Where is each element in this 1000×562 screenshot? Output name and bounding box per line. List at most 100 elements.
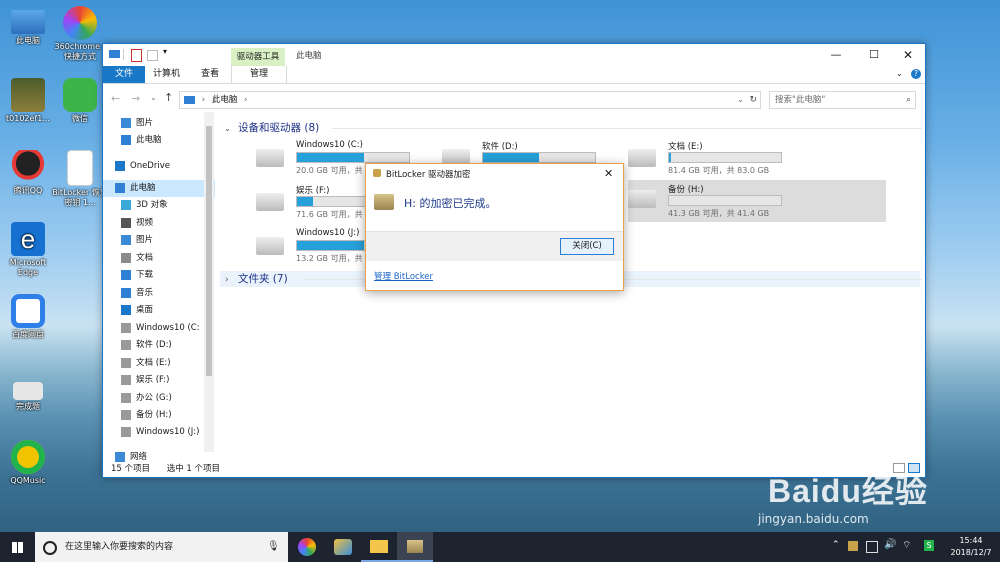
desktop-icon-360chrome[interactable]: 360chrome - 快捷方式: [52, 6, 108, 62]
nav-item[interactable]: 娱乐 (F:): [103, 372, 216, 389]
taskbar-search-placeholder: 在这里输入你要搜索的内容: [65, 542, 174, 552]
taskbar-paint[interactable]: [325, 532, 361, 562]
chevron-right-icon: ›: [225, 275, 229, 285]
address-dropdown-icon[interactable]: ⌄: [737, 92, 744, 108]
documents-icon: [121, 252, 131, 263]
desktop-icon-finish[interactable]: 完成题: [0, 374, 56, 412]
minimize-button[interactable]: —: [821, 44, 851, 66]
tab-manage[interactable]: 管理: [231, 66, 287, 83]
music-icon: [121, 287, 131, 298]
system-clock[interactable]: 15:44 2018/12/7: [944, 535, 998, 559]
breadcrumb-this-pc[interactable]: 此电脑: [212, 95, 238, 105]
drive-h-selected[interactable]: 备份 (H:) 41.3 GB 可用，共 41.4 GB: [628, 180, 886, 222]
wifi-icon[interactable]: ⌔: [902, 539, 911, 552]
nav-item[interactable]: 桌面: [103, 302, 216, 319]
tab-view[interactable]: 查看: [193, 66, 227, 83]
network-tray-icon[interactable]: [866, 541, 878, 553]
maximize-button[interactable]: ☐: [859, 44, 889, 66]
nav-item[interactable]: 此电脑: [103, 180, 215, 197]
desktop-icon-qqmusic[interactable]: QQMusic: [0, 440, 56, 486]
nav-item[interactable]: 图片: [103, 232, 216, 249]
taskbar-file-explorer[interactable]: [361, 532, 397, 562]
properties-icon[interactable]: [131, 49, 142, 62]
nav-item[interactable]: 3D 对象: [103, 197, 216, 214]
baidu-netdisk-icon: [11, 294, 45, 328]
forward-arrow-icon[interactable]: →: [131, 92, 140, 105]
up-arrow-icon[interactable]: ↑: [164, 91, 173, 104]
desktop-icon-this-pc[interactable]: 此电脑: [0, 6, 56, 46]
nav-item-label: 办公 (G:): [136, 393, 172, 403]
taskbar-bitlocker[interactable]: [397, 532, 433, 562]
scrollbar-thumb[interactable]: [206, 126, 212, 376]
nav-item[interactable]: 办公 (G:): [103, 390, 216, 407]
drive-space-info: 71.6 GB 可用，共: [296, 210, 363, 219]
refresh-icon[interactable]: ↻: [749, 92, 757, 108]
nav-item[interactable]: 文档 (E:): [103, 355, 216, 372]
drive-space-info: 81.4 GB 可用，共 83.0 GB: [668, 166, 770, 175]
qq-penguin-icon: [11, 150, 45, 184]
nav-item[interactable]: 视频: [103, 215, 216, 232]
desktop-icon-label: QQMusic: [10, 476, 46, 485]
nav-item-label: 此电脑: [136, 135, 162, 145]
nav-item[interactable]: 下载: [103, 267, 216, 284]
nav-item[interactable]: 备份 (H:): [103, 407, 216, 424]
new-folder-icon[interactable]: [147, 50, 158, 61]
drive-name: 软件 (D:): [482, 142, 518, 152]
drive-icon: [121, 409, 131, 420]
close-button[interactable]: ✕: [893, 44, 923, 66]
title-bar[interactable]: ▾ 驱动器工具 此电脑 — ☐ ✕: [103, 44, 925, 66]
microphone-icon[interactable]: 🎙: [267, 532, 280, 562]
nav-item-label: 图片: [136, 118, 154, 128]
input-method-icon[interactable]: S: [924, 540, 934, 551]
desktop-icon-bitlocker-key[interactable]: BitLocker 恢复密钥 1...: [52, 150, 108, 208]
baidu-watermark: Baidu经验 jingyan.baidu.com: [758, 466, 928, 526]
desktop-icon-qq[interactable]: 腾讯QQ: [0, 150, 56, 196]
drive-icon: [256, 193, 284, 211]
nav-item[interactable]: 软件 (D:): [103, 337, 216, 354]
nav-item[interactable]: 文档: [103, 250, 216, 267]
desktop-icon-image-file[interactable]: t0102ef1...: [0, 78, 56, 124]
drive-name: 文档 (E:): [668, 142, 703, 152]
taskbar-360chrome[interactable]: [289, 532, 325, 562]
nav-item-label: 音乐: [136, 288, 154, 298]
nav-item[interactable]: 图片: [103, 115, 216, 132]
dialog-message: H: 的加密已完成。: [404, 197, 497, 210]
drive-icon: [121, 339, 131, 350]
clock-date: 2018/12/7: [950, 548, 992, 557]
nav-item[interactable]: OneDrive: [103, 158, 215, 175]
group-devices-and-drives[interactable]: ⌄ 设备和驱动器 (8): [220, 120, 922, 136]
volume-icon[interactable]: 🔊: [884, 539, 896, 550]
taskbar-search[interactable]: 在这里输入你要搜索的内容 🎙: [35, 532, 288, 562]
quick-access-dropdown-icon[interactable]: ▾: [163, 47, 167, 56]
address-row: ← → ⌄ ↑ › 此电脑 › ⌄ ↻ 搜索"此电脑" ⌕: [103, 89, 925, 111]
desktop-icon-wechat[interactable]: 微信: [52, 78, 108, 124]
bitlocker-tray-icon[interactable]: [848, 541, 858, 551]
help-icon[interactable]: ?: [911, 69, 921, 79]
desktop-icon-baidu-netdisk[interactable]: 百度网盘: [0, 294, 56, 340]
nav-scrollbar[interactable]: [204, 112, 214, 452]
nav-item-label: 网络: [130, 452, 148, 462]
edge-icon: e: [11, 222, 45, 256]
bitlocker-key-icon: [373, 169, 381, 177]
drive-e[interactable]: 文档 (E:) 81.4 GB 可用，共 83.0 GB: [628, 140, 800, 180]
address-bar[interactable]: › 此电脑 › ⌄ ↻: [179, 91, 761, 109]
search-input[interactable]: 搜索"此电脑" ⌕: [769, 91, 916, 109]
nav-item[interactable]: 此电脑: [103, 132, 216, 149]
recent-locations-icon[interactable]: ⌄: [150, 93, 157, 102]
nav-item-label: 桌面: [136, 305, 154, 315]
nav-item[interactable]: Windows10 (J:): [103, 424, 216, 441]
nav-item[interactable]: 音乐: [103, 285, 216, 302]
start-button[interactable]: [0, 532, 35, 562]
desktop-icon-edge[interactable]: e Microsoft Edge: [0, 222, 56, 278]
manage-bitlocker-link[interactable]: 管理 BitLocker: [374, 270, 433, 282]
show-hidden-icons-icon[interactable]: ⌃: [832, 540, 840, 550]
back-arrow-icon[interactable]: ←: [111, 92, 120, 105]
tab-computer[interactable]: 计算机: [145, 66, 188, 83]
pictures-icon: [121, 117, 131, 128]
dialog-close-icon[interactable]: ✕: [604, 167, 613, 180]
ribbon-expand-icon[interactable]: ⌄: [896, 69, 903, 78]
taskbar: 在这里输入你要搜索的内容 🎙 ⌃ 🔊 ⌔ S 15:44 2018/12/7: [0, 532, 1000, 562]
nav-item[interactable]: Windows10 (C:: [103, 320, 216, 337]
close-dialog-button[interactable]: 关闭(C): [560, 238, 614, 255]
tab-file[interactable]: 文件: [103, 66, 145, 83]
